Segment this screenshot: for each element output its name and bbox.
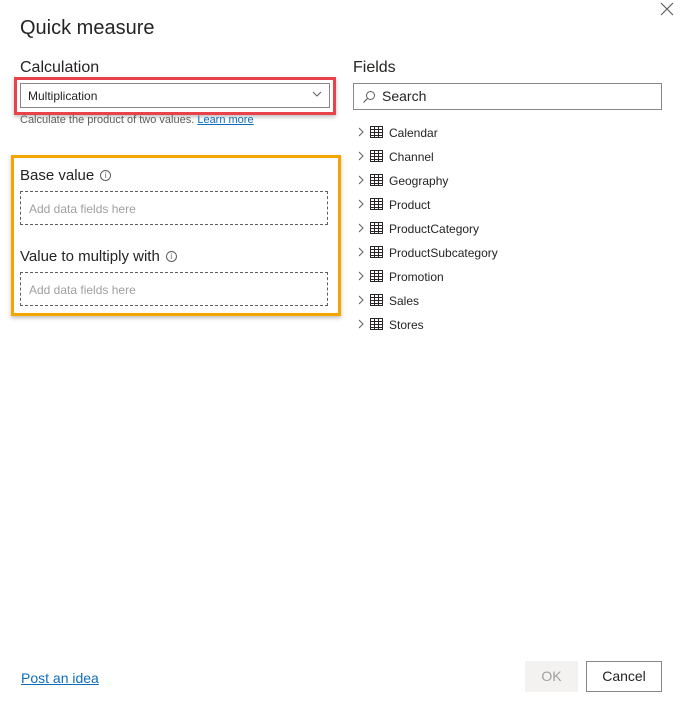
- search-placeholder: Search: [382, 88, 427, 104]
- table-icon: [370, 293, 383, 309]
- multiply-value-label-text: Value to multiply with: [20, 248, 160, 265]
- chevron-right-icon[interactable]: [356, 198, 367, 213]
- post-idea-link[interactable]: Post an idea: [21, 670, 99, 686]
- field-table-item[interactable]: Promotion: [356, 265, 498, 289]
- table-icon: [370, 149, 383, 165]
- table-icon: [370, 173, 383, 189]
- calculation-description: Calculate the product of two values. Lea…: [20, 114, 254, 126]
- table-name: Geography: [389, 174, 449, 188]
- chevron-right-icon[interactable]: [356, 270, 367, 285]
- field-table-item[interactable]: ProductCategory: [356, 217, 498, 241]
- table-icon: [370, 125, 383, 141]
- multiply-value-dropzone[interactable]: Add data fields here: [20, 272, 328, 306]
- table-name: Stores: [389, 318, 424, 332]
- chevron-right-icon[interactable]: [356, 174, 367, 189]
- field-table-item[interactable]: Product: [356, 193, 498, 217]
- field-table-item[interactable]: Geography: [356, 169, 498, 193]
- cancel-button[interactable]: Cancel: [586, 661, 662, 692]
- table-icon: [370, 317, 383, 333]
- table-name: Product: [389, 198, 431, 212]
- table-icon: [370, 269, 383, 285]
- description-text: Calculate the product of two values.: [20, 114, 195, 126]
- ok-button[interactable]: OK: [525, 661, 578, 692]
- base-value-dropzone[interactable]: Add data fields here: [20, 191, 328, 225]
- calculation-dropdown[interactable]: Multiplication: [20, 83, 330, 108]
- close-icon: [660, 2, 674, 16]
- chevron-right-icon[interactable]: [356, 150, 367, 165]
- calculation-selected: Multiplication: [28, 89, 98, 103]
- base-value-label-text: Base value: [20, 167, 95, 184]
- chevron-right-icon[interactable]: [356, 246, 367, 261]
- chevron-right-icon[interactable]: [356, 294, 367, 309]
- table-name: Channel: [389, 150, 434, 164]
- field-table-item[interactable]: Channel: [356, 145, 498, 169]
- fields-label: Fields: [353, 59, 396, 76]
- chevron-right-icon[interactable]: [356, 222, 367, 237]
- learn-more-link[interactable]: Learn more: [197, 114, 253, 126]
- table-icon: [370, 197, 383, 213]
- table-icon: [370, 245, 383, 261]
- field-table-item[interactable]: Stores: [356, 313, 498, 337]
- chevron-right-icon[interactable]: [356, 126, 367, 141]
- field-table-item[interactable]: Calendar: [356, 121, 498, 145]
- field-table-item[interactable]: ProductSubcategory: [356, 241, 498, 265]
- search-icon: [362, 90, 376, 107]
- info-icon[interactable]: i: [165, 251, 177, 262]
- table-name: ProductSubcategory: [389, 246, 498, 260]
- multiply-value-label: Value to multiply with i: [20, 248, 177, 265]
- table-name: Calendar: [389, 126, 438, 140]
- table-name: ProductCategory: [389, 222, 480, 236]
- chevron-down-icon: [311, 88, 323, 103]
- base-value-label: Base value i: [20, 167, 112, 184]
- field-table-item[interactable]: Sales: [356, 289, 498, 313]
- table-name: Promotion: [389, 270, 444, 284]
- info-icon[interactable]: i: [100, 170, 112, 181]
- fields-tree: Calendar Channel Geography Product ProductCa…: [356, 121, 498, 337]
- table-name: Sales: [389, 294, 420, 308]
- calculation-label: Calculation: [20, 59, 100, 76]
- fields-search-input[interactable]: Search: [353, 83, 662, 110]
- table-icon: [370, 221, 383, 237]
- dialog-title: Quick measure: [20, 17, 155, 39]
- chevron-right-icon[interactable]: [356, 318, 367, 333]
- close-button[interactable]: [660, 2, 678, 20]
